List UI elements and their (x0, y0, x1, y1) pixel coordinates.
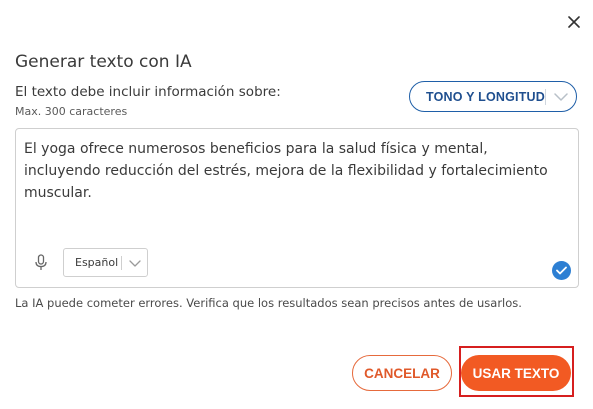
character-limit-label: Max. 300 caracteres (15, 105, 128, 118)
prompt-textarea[interactable]: El yoga ofrece numerosos beneficios para… (15, 128, 579, 288)
language-dropdown[interactable]: Español (63, 248, 148, 277)
tone-length-label: TONO Y LONGITUD (426, 89, 545, 104)
tone-length-dropdown[interactable]: TONO Y LONGITUD (409, 81, 577, 112)
close-button[interactable] (562, 10, 586, 34)
cancel-button[interactable]: CANCELAR (352, 355, 452, 391)
language-selected: Español (75, 256, 119, 269)
use-text-button[interactable]: USAR TEXTO (461, 355, 571, 391)
chevron-down-icon (127, 255, 143, 271)
dialog-title: Generar texto con IA (15, 52, 192, 72)
dropdown-divider (121, 256, 122, 270)
close-icon (568, 16, 580, 28)
ai-disclaimer: La IA puede cometer errores. Verifica qu… (15, 296, 522, 310)
dropdown-divider (545, 89, 546, 105)
instruction-label: El texto debe incluir información sobre: (15, 84, 281, 100)
prompt-text: El yoga ofrece numerosos beneficios para… (24, 141, 548, 201)
microphone-icon (35, 253, 47, 270)
microphone-button[interactable] (33, 253, 49, 271)
chevron-down-icon (553, 89, 569, 105)
check-icon (552, 261, 571, 280)
